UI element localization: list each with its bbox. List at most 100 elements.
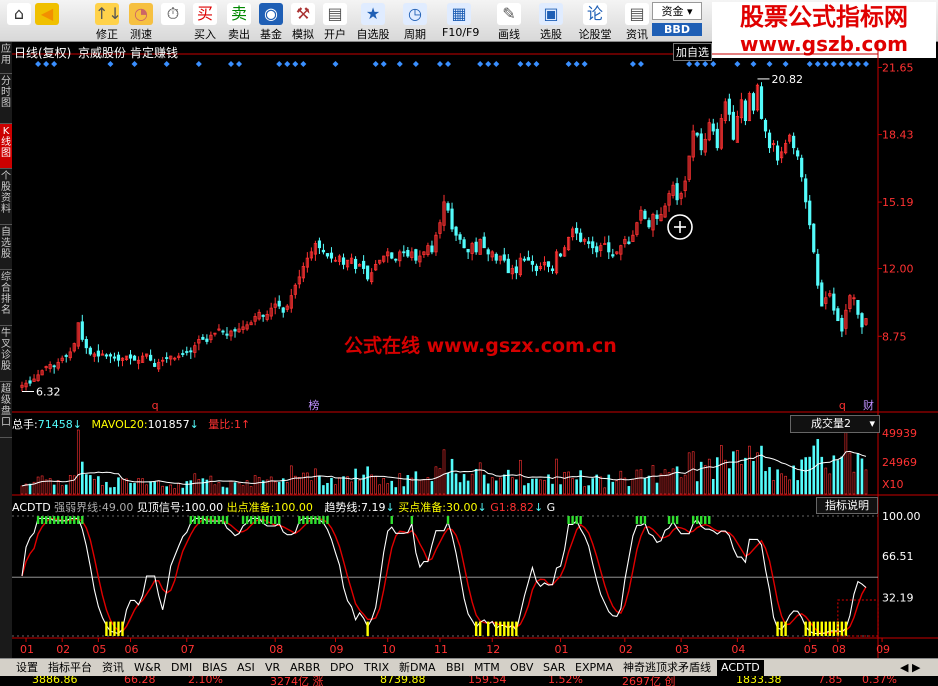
signal-diamond-90 — [380, 61, 387, 67]
candle-body-42 — [189, 350, 193, 353]
sidebar-item-0[interactable]: 应用 — [0, 42, 12, 74]
indicator-tab-15[interactable]: SAR — [539, 660, 569, 676]
sidebar-item-1[interactable]: 分时图 — [0, 74, 12, 124]
chart-area[interactable]: 21.65 18.43 15.19 12.00 8.75 20.82 6.32 q 榜 q 财 499… — [12, 42, 938, 658]
sidebar-item-7[interactable]: 超级盘口 — [0, 382, 12, 438]
toolbar-button-11[interactable]: ◷ 周期 — [398, 0, 432, 42]
indicator-tab-14[interactable]: OBV — [506, 660, 537, 676]
peak-signal-14 — [77, 516, 80, 524]
sidebar-item-6[interactable]: 牛叉诊股 — [0, 326, 12, 382]
indicator-tab-12[interactable]: BBI — [442, 660, 468, 676]
indicator-tab-6[interactable]: ASI — [233, 660, 259, 676]
high-price-label: 20.82 — [771, 73, 803, 86]
indicator-tab-2[interactable]: 资讯 — [98, 660, 128, 676]
peak-signal-56 — [245, 516, 249, 524]
indicator-tab-0[interactable]: 设置 — [12, 660, 42, 676]
bottom-signal-188 — [776, 621, 779, 636]
volume-bar-166 — [687, 452, 691, 495]
volume-bar-48 — [213, 484, 217, 495]
volume-bar-204 — [840, 456, 844, 495]
toolbar-icon-7: ◉ — [259, 3, 283, 25]
volume-bar-12 — [68, 475, 72, 495]
volume-bar-28 — [133, 483, 136, 495]
indicator-tab-13[interactable]: MTM — [470, 660, 504, 676]
indicator-tab-8[interactable]: ARBR — [286, 660, 324, 676]
volume-bar-132 — [551, 483, 554, 495]
indicator-tab-5[interactable]: BIAS — [198, 660, 231, 676]
toolbar-button-4[interactable]: ⏱ — [156, 0, 190, 42]
toolbar-button-16[interactable]: ▤ 资讯 — [620, 0, 654, 42]
sidebar-item-3[interactable]: 个股资料 — [0, 169, 12, 225]
volume-bar-34 — [157, 480, 160, 495]
add-watchlist-button[interactable]: 加自选 — [673, 43, 712, 61]
toolbar-button-2[interactable]: ↑↓ 修正 — [90, 0, 124, 42]
tab-scroll-arrows[interactable]: ◀ ▶ — [896, 660, 924, 676]
toolbar-label-8: 模拟 — [292, 28, 314, 41]
volume-bar-23 — [113, 487, 116, 495]
toolbar-button-14[interactable]: ▣ 选股 — [534, 0, 568, 42]
sidebar-item-5[interactable]: 综合排名 — [0, 270, 12, 326]
peak-signal-47 — [209, 516, 213, 524]
signal-diamond-182 — [750, 61, 757, 67]
candle-body-163 — [675, 183, 679, 201]
volume-bar-209 — [860, 458, 864, 495]
indicator-tab-17[interactable]: 神奇逃顶求矛盾线 — [619, 660, 715, 676]
toolbar-button-10[interactable]: ★ 自选股 — [356, 0, 390, 42]
toolbar-button-12[interactable]: ▦ F10/F9 — [442, 0, 479, 42]
indicator-tab-3[interactable]: W&R — [130, 660, 165, 676]
bottom-signal-118 — [495, 621, 498, 636]
toolbar-button-13[interactable]: ✎ 画线 — [492, 0, 526, 42]
x-tick-label-14: 05 — [804, 643, 818, 656]
toolbar-button-3[interactable]: ◔ 测速 — [124, 0, 158, 42]
indicator-tab-9[interactable]: DPO — [326, 660, 358, 676]
indicator-tab-10[interactable]: TRIX — [360, 660, 393, 676]
indicator-tab-4[interactable]: DMI — [167, 660, 196, 676]
signal-diamond-168 — [694, 61, 701, 67]
volume-bar-22 — [109, 487, 112, 495]
fund-label: 资金 ▾ — [652, 2, 702, 20]
indicator-tab-18[interactable]: ACDTD — [717, 660, 764, 676]
toolbar-button-8[interactable]: ⚒ 模拟 — [286, 0, 320, 42]
peak-signal-10 — [60, 516, 64, 524]
volume-bar-176 — [728, 468, 731, 495]
toolbar-label-16: 资讯 — [626, 28, 648, 41]
candle-body-51 — [225, 333, 229, 336]
volume-bar-119 — [498, 477, 502, 495]
bottom-signal-190 — [784, 621, 787, 636]
fund-button[interactable]: 资金 ▾ BBD — [652, 0, 702, 42]
toolbar-button-15[interactable]: 论论股堂 — [578, 0, 612, 42]
status-value-2: 2.10% — [188, 676, 223, 686]
candle-body-185 — [763, 119, 768, 132]
indicator-tab-11[interactable]: 新DMA — [395, 660, 440, 676]
candle-body-126 — [526, 257, 530, 261]
candle-body-180 — [743, 100, 748, 121]
indicator-help-button[interactable]: 指标说明 — [816, 497, 878, 514]
sidebar-item-2[interactable]: K线图 — [0, 124, 12, 169]
toolbar-button-5[interactable]: 买买入 — [188, 0, 222, 42]
volume-axis-label-2: X10 — [882, 478, 904, 491]
volume-bar-185 — [764, 471, 767, 495]
toolbar-label-2: 修正 — [96, 28, 118, 41]
volume-bar-86 — [366, 466, 369, 495]
indicator-tab-7[interactable]: VR — [261, 660, 284, 676]
toolbar-button-9[interactable]: ▤ 开户 — [318, 0, 352, 42]
signal-diamond-152 — [629, 61, 636, 67]
toolbar-button-6[interactable]: 卖卖出 — [222, 0, 256, 42]
sidebar-item-4[interactable]: 自选股 — [0, 225, 12, 270]
volume-dropdown[interactable]: 成交量2 ▾ — [790, 415, 880, 433]
volume-bar-85 — [362, 474, 365, 495]
volume-bar-178 — [736, 449, 739, 495]
chevron-down-icon: ▾ — [869, 417, 875, 430]
bottom-signal-121 — [507, 621, 510, 636]
toolbar-button-1[interactable]: ◀ — [30, 0, 64, 42]
indicator-tab-1[interactable]: 指标平台 — [44, 660, 96, 676]
volume-bar-140 — [583, 486, 586, 495]
x-tick-label-3: 06 — [125, 643, 139, 656]
toolbar-button-7[interactable]: ◉ 基金 — [254, 0, 288, 42]
bottom-signal-199 — [820, 621, 823, 636]
signal-diamond-126 — [525, 61, 532, 67]
price-tick-label-1: 18.43 — [882, 129, 914, 142]
indicator-tab-16[interactable]: EXPMA — [571, 660, 617, 676]
toolbar-label-9: 开户 — [324, 28, 346, 41]
candle-body-188 — [775, 145, 780, 161]
